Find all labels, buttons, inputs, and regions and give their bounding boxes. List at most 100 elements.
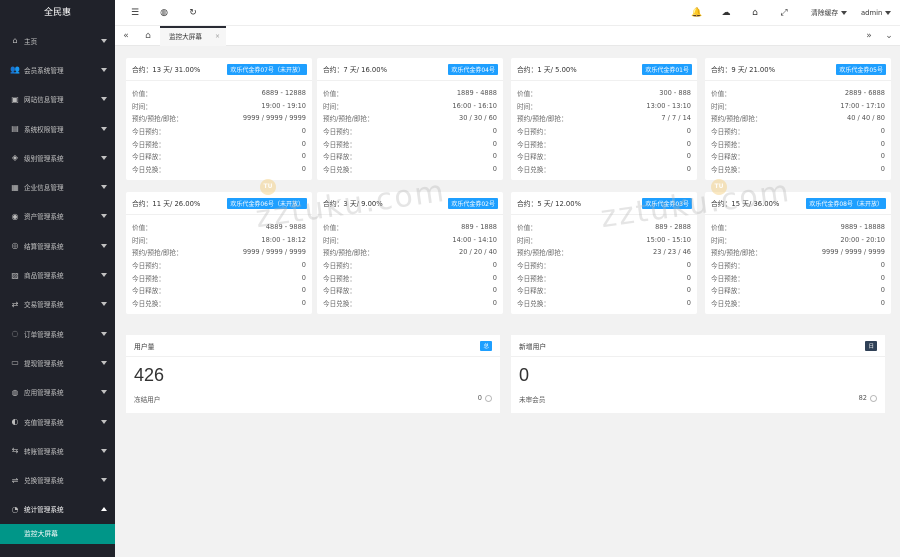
bell-icon[interactable]: 🔔 [690,0,704,26]
row-label: 预约/预抢/即抢： [132,249,183,258]
today-grab-row: 今日预抢： 0 [517,271,691,284]
sidebar-item[interactable]: ▨ 商品管理系统 [0,260,115,289]
theme-icon[interactable]: ☁ [719,0,733,26]
tabs-dropdown-icon[interactable]: ⌄ [880,26,898,46]
tabs-scroll-left-icon[interactable]: « [117,26,135,46]
main-content: 合约：13 天/ 31.00% 欢乐代金券07号（未开放） 价值： 6889 - 12… [115,47,900,557]
contract-summary: 合约：7 天/ 16.00% [323,66,388,74]
row-value: 20:00 - 20:10 [840,235,885,244]
today-redeem-row: 今日兑换： 0 [517,163,691,176]
booking-row: 预约/预抢/即抢： 9999 / 9999 / 9999 [711,246,885,259]
booking-row: 预约/预抢/即抢： 30 / 30 / 60 [323,112,497,125]
row-label: 今日预约： [517,262,550,271]
sidebar-item[interactable]: ⇄ 交易管理系统 [0,290,115,319]
today-release-row: 今日释放： 0 [711,284,885,297]
sidebar-item[interactable]: ◎ 结算管理系统 [0,231,115,260]
chevron-down-icon [101,97,107,102]
tabs-scroll-right-icon[interactable]: » [860,26,878,46]
sidebar-item[interactable]: ▤ 系统权限管理 [0,114,115,143]
tab-monitor[interactable]: 监控大屏幕 × [160,26,226,46]
sidebar-item[interactable]: ◍ 应用管理系统 [0,378,115,407]
sidebar-item[interactable]: ◉ 资产管理系统 [0,202,115,231]
permission-icon: ▤ [11,124,19,134]
product-card: 合约：9 天/ 21.00% 欢乐代金券05号 价值： 2889 - 6888 时间： 1… [705,58,891,180]
row-label: 今日兑换： [711,165,744,174]
row-value: 0 [301,164,306,173]
sidebar-item[interactable]: ◐ 充值管理系统 [0,407,115,436]
contract-summary: 合约：9 天/ 21.00% [711,66,776,74]
row-value: 4889 - 9888 [265,223,306,232]
chevron-down-icon [101,390,107,395]
row-value: 0 [686,261,691,270]
sidebar-item-label: 提现管理系统 [24,359,64,368]
row-label: 时间： [711,236,731,245]
stat-sub-value: 82 [858,394,867,402]
row-value: 9999 / 9999 / 9999 [242,248,306,257]
row-value: 9999 / 9999 / 9999 [821,248,885,257]
row-label: 价值： [711,224,731,233]
row-label: 今日预约： [323,128,356,137]
tag-icon[interactable]: ⌂ [748,0,762,26]
sidebar-item[interactable]: ⇆ 转账管理系统 [0,436,115,465]
sidebar-item[interactable]: ◔ 统计管理系统 [0,495,115,524]
product-badge: 欢乐代金券08号（未开放） [806,197,886,209]
row-value: 0 [301,298,306,307]
row-value: 40 / 40 / 80 [847,114,885,123]
row-label: 预约/预抢/即抢： [711,249,762,258]
row-value: 7 / 7 / 14 [661,114,691,123]
sidebar-item[interactable]: ▦ 企业信息管理 [0,172,115,201]
chevron-down-icon [101,419,107,424]
row-label: 今日预约： [132,262,165,271]
stats-icon: ◔ [11,504,19,514]
row-label: 今日预抢： [323,274,356,283]
sidebar-item[interactable]: ⇌ 兑换管理系统 [0,465,115,494]
contract-summary: 合约：5 天/ 12.00% [517,200,582,208]
today-grab-row: 今日预抢： 0 [323,271,497,284]
sidebar-item[interactable]: ◈ 级别管理系统 [0,143,115,172]
contract-summary: 合约：1 天/ 5.00% [517,66,577,74]
today-redeem-row: 今日兑换： 0 [711,163,885,176]
product-badge: 欢乐代金券06号（未开放） [227,197,307,209]
row-label: 预约/预抢/即抢： [517,249,568,258]
sidebar-item[interactable]: ▣ 网站信息管理 [0,85,115,114]
stat-tag-badge: 总 [480,340,492,351]
clear-cache-menu[interactable]: 清除缓存 [811,0,848,26]
close-icon[interactable]: × [215,28,220,46]
time-row: 时间： 13:00 - 13:10 [517,100,691,113]
booking-row: 预约/预抢/即抢： 7 / 7 / 14 [517,112,691,125]
price-row: 价值： 4889 - 9888 [132,221,306,234]
row-value: 0 [880,164,885,173]
row-value: 16:00 - 16:10 [452,101,497,110]
today-book-row: 今日预约： 0 [517,259,691,272]
row-value: 0 [492,164,497,173]
price-row: 价值： 889 - 1888 [323,221,497,234]
refresh-icon[interactable]: ↻ [186,0,200,26]
sidebar-item-label: 兑换管理系统 [24,477,64,486]
website-icon[interactable]: ◍ [157,0,171,26]
user-icon [485,394,492,402]
chevron-down-icon [101,214,107,219]
row-label: 今日预抢： [517,140,550,149]
row-label: 价值： [323,224,343,233]
row-value: 0 [880,261,885,270]
sidebar-item[interactable]: ▭ 提现管理系统 [0,348,115,377]
row-value: 18:00 - 18:12 [261,235,306,244]
row-value: 13:00 - 13:10 [646,101,691,110]
sidebar-item[interactable]: ◌ 订单管理系统 [0,319,115,348]
home-tab-icon[interactable]: ⌂ [139,26,157,46]
sidebar-item-label: 网站信息管理 [24,96,64,105]
row-label: 预约/预抢/即抢： [323,249,374,258]
today-release-row: 今日释放： 0 [517,150,691,163]
today-redeem-row: 今日兑换： 0 [132,163,306,176]
row-value: 0 [880,127,885,136]
fullscreen-icon[interactable]: ⤢ [777,0,791,26]
sidebar-item[interactable]: ⌂ 主页 [0,26,115,55]
user-menu[interactable]: admin [861,0,892,26]
contract-summary: 合约：13 天/ 31.00% [132,66,201,74]
sidebar-subitem-monitor[interactable]: 监控大屏幕 [0,524,115,545]
chevron-down-icon [101,67,107,72]
booking-row: 预约/预抢/即抢： 23 / 23 / 46 [517,246,691,259]
sidebar-item[interactable]: 👥 会员系统管理 [0,55,115,84]
row-value: 0 [492,298,497,307]
menu-toggle-icon[interactable]: ☰ [128,0,142,26]
